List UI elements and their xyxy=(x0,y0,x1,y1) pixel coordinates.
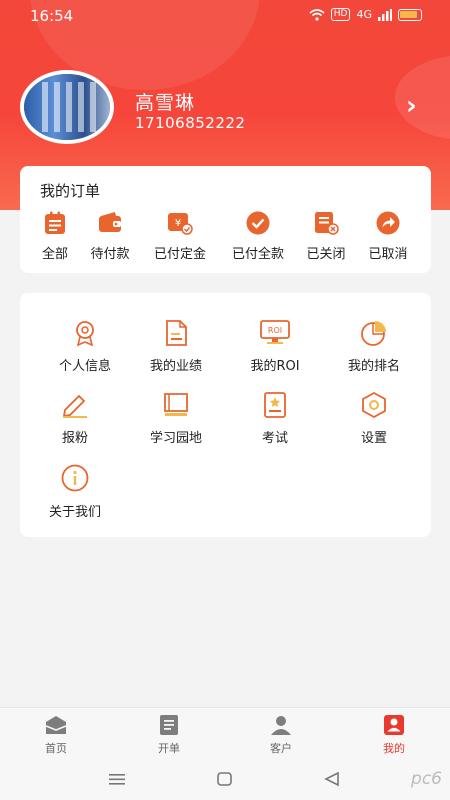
tab-create-order[interactable]: 开单 xyxy=(134,714,204,756)
status-bar: 16:54 HD 4G xyxy=(0,0,450,32)
roi-monitor-icon: ROI xyxy=(260,320,290,344)
menu-label: 个人信息 xyxy=(58,359,111,374)
order-form-icon xyxy=(160,715,178,735)
order-label: 已关闭 xyxy=(306,247,346,262)
header-decoration xyxy=(395,55,450,140)
settings-hexagon-icon xyxy=(362,391,386,419)
closed-order-icon xyxy=(315,212,339,235)
person-badge-icon xyxy=(76,321,94,347)
home-icon xyxy=(45,716,67,734)
hd-badge: HD xyxy=(330,8,351,21)
orders-title: 我的订单 xyxy=(40,182,101,200)
mine-icon xyxy=(384,715,404,735)
order-deposit-paid-button[interactable]: ¥ 已付定金 xyxy=(145,210,215,262)
order-fully-paid-button[interactable]: 已付全款 xyxy=(223,210,293,262)
user-phone: 17106852222 xyxy=(135,114,246,132)
status-time: 16:54 xyxy=(30,7,74,25)
order-pending-payment-button[interactable]: 待付款 xyxy=(75,210,145,262)
exam-icon xyxy=(264,392,286,418)
check-circle-icon xyxy=(246,211,270,235)
tab-label: 首页 xyxy=(45,742,67,755)
deposit-icon: ¥ xyxy=(168,213,193,235)
menu-label: 设置 xyxy=(360,431,387,446)
clipboard-icon xyxy=(45,211,65,234)
home-square-icon[interactable] xyxy=(216,771,234,787)
menu-label: 报粉 xyxy=(61,431,88,446)
pen-icon xyxy=(62,394,87,418)
svg-text:¥: ¥ xyxy=(175,218,181,229)
order-label: 已取消 xyxy=(368,247,408,262)
order-closed-button[interactable]: 已关闭 xyxy=(291,210,361,262)
menu-label: 我的业绩 xyxy=(149,359,202,374)
signal-icon xyxy=(378,8,392,21)
menu-about-us[interactable]: 关于我们 xyxy=(30,463,120,520)
tab-home[interactable]: 首页 xyxy=(21,714,91,756)
bottom-tab-bar: 首页 开单 客户 我的 xyxy=(0,707,450,763)
order-cancelled-button[interactable]: 已取消 xyxy=(353,210,423,262)
menu-personal-info[interactable]: 个人信息 xyxy=(40,319,130,374)
wallet-icon xyxy=(99,212,121,232)
order-label: 已付定金 xyxy=(153,247,206,262)
menu-learning-garden[interactable]: 学习园地 xyxy=(131,391,221,446)
book-icon xyxy=(164,393,188,416)
order-label: 待付款 xyxy=(90,247,130,262)
document-icon xyxy=(166,320,187,346)
system-nav-bar: pc6 xyxy=(0,763,450,800)
menu-label: 学习园地 xyxy=(149,431,202,446)
menu-exam[interactable]: 考试 xyxy=(230,391,320,446)
tab-mine[interactable]: 我的 xyxy=(359,714,429,756)
cancel-share-icon xyxy=(376,211,400,235)
svg-text:ROI: ROI xyxy=(268,326,282,335)
menu-my-ranking[interactable]: 我的排名 xyxy=(329,319,419,374)
tab-customers[interactable]: 客户 xyxy=(246,714,316,756)
back-triangle-icon[interactable] xyxy=(323,771,341,787)
wifi-icon xyxy=(309,8,325,21)
menu-label: 考试 xyxy=(261,431,288,446)
menu-lines-icon[interactable] xyxy=(108,771,126,787)
menu-settings[interactable]: 设置 xyxy=(329,391,419,446)
customer-icon xyxy=(271,716,291,735)
menu-label: 我的排名 xyxy=(347,359,400,374)
my-orders-card: 我的订单 全部 待付款 ¥ 已付定金 已付全款 已关闭 已取消 xyxy=(20,166,431,273)
pie-chart-icon xyxy=(361,321,386,346)
tab-label: 我的 xyxy=(383,742,405,755)
chevron-right-icon[interactable]: › xyxy=(406,93,417,119)
menu-report-fans[interactable]: 报粉 xyxy=(30,391,120,446)
avatar[interactable] xyxy=(20,70,114,144)
watermark-logo: pc6 xyxy=(411,769,442,789)
menu-label: 我的ROI xyxy=(250,359,300,374)
tab-label: 开单 xyxy=(158,742,180,755)
order-label: 已付全款 xyxy=(231,247,284,262)
user-name: 高雪琳 xyxy=(135,92,196,114)
function-menu-card: 个人信息 我的业绩 ROI 我的ROI 我的排名 报粉 学习园地 考试 设置 关… xyxy=(20,293,431,537)
tab-label: 客户 xyxy=(270,742,292,755)
menu-my-performance[interactable]: 我的业绩 xyxy=(131,319,221,374)
menu-label: 关于我们 xyxy=(48,505,101,520)
battery-icon xyxy=(398,8,422,21)
network-label: 4G xyxy=(356,8,372,21)
info-icon xyxy=(61,464,89,492)
menu-my-roi[interactable]: ROI 我的ROI xyxy=(230,319,320,374)
